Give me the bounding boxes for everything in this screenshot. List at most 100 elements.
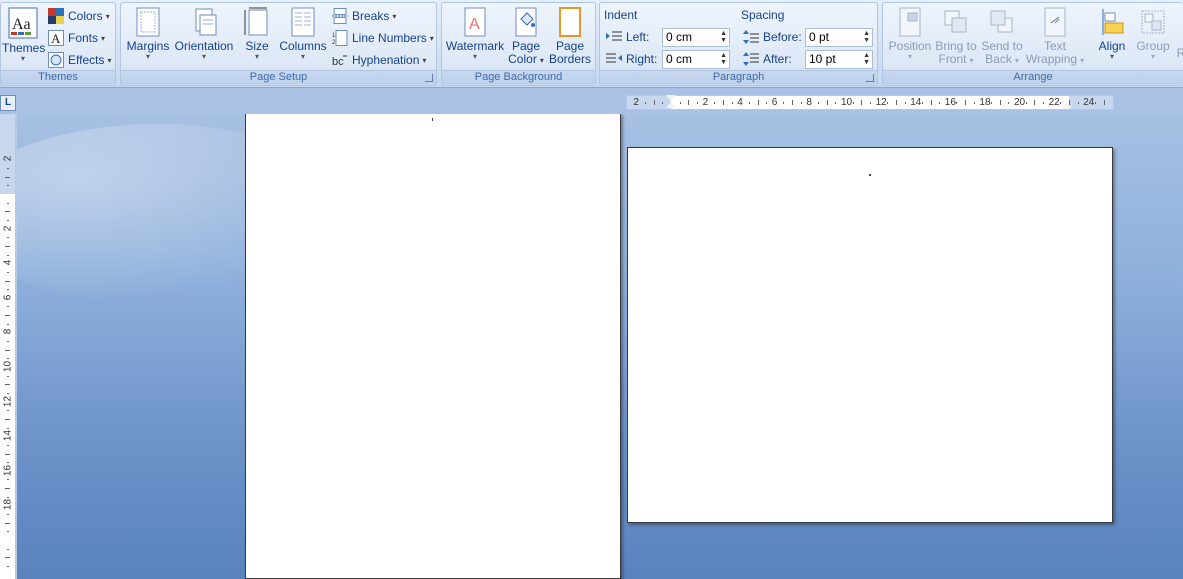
page-background-group: A Watermark ▾ Page Color ▾ Page Borders P… <box>441 2 596 86</box>
position-button[interactable]: Position ▾ <box>885 7 935 61</box>
document-workspace[interactable] <box>17 114 1183 579</box>
columns-icon <box>289 7 317 37</box>
ruler-tick <box>5 211 10 213</box>
chevron-down-icon: ▾ <box>969 56 974 65</box>
ruler-tick <box>904 102 906 104</box>
hyphenation-button[interactable]: bc Hyphenation ▾ <box>332 50 426 70</box>
columns-button[interactable]: Columns ▾ <box>278 7 328 61</box>
ruler-tick <box>7 375 9 377</box>
dialog-launcher-icon[interactable] <box>425 74 433 82</box>
align-button[interactable]: Align ▾ <box>1093 7 1131 61</box>
ruler-tick <box>965 100 967 105</box>
size-icon <box>243 7 271 37</box>
size-button[interactable]: Size ▾ <box>241 7 273 61</box>
spin-arrows-icon[interactable]: ▲ ▼ <box>720 52 727 66</box>
line-numbers-button[interactable]: 12 Line Numbers ▾ <box>332 28 434 48</box>
ruler-tick-label: 18 <box>979 97 991 108</box>
themes-button[interactable]: Aa Themes ▾ <box>2 7 46 63</box>
ruler-tick <box>835 102 837 104</box>
spin-arrows-icon[interactable]: ▲ ▼ <box>863 30 870 44</box>
tab-selector[interactable]: L <box>0 95 16 111</box>
rotate-button-partial[interactable]: R <box>1175 47 1183 60</box>
ruler-tick <box>887 102 889 104</box>
ruler-tick <box>7 271 9 273</box>
themes-group-label: Themes <box>1 70 115 84</box>
colors-button[interactable]: Colors ▾ <box>48 6 110 26</box>
spin-arrows-icon[interactable]: ▲ ▼ <box>720 30 727 44</box>
fonts-label: Fonts <box>68 31 99 45</box>
ruler-tick-label: 2 <box>633 97 639 108</box>
ruler-tick <box>7 306 9 308</box>
ruler-tick <box>5 557 10 559</box>
bring-to-front-button[interactable]: Bring to Front ▾ <box>933 7 979 67</box>
first-line-indent-marker[interactable] <box>666 95 676 101</box>
group-icon <box>1139 7 1167 37</box>
ruler-tick-label: 8 <box>2 329 14 335</box>
bring-to-front-label-1: Bring to <box>935 39 977 53</box>
ruler-tick <box>800 102 802 104</box>
spacing-before-field[interactable]: 0 pt ▲ ▼ <box>805 28 873 47</box>
ruler-tick <box>939 102 941 104</box>
ruler-tick-label: 2 <box>2 156 14 162</box>
ruler-tick <box>5 245 10 247</box>
effects-button[interactable]: Effects ▾ <box>48 50 111 70</box>
ruler-tick-label: 6 <box>2 294 14 301</box>
page-borders-button[interactable]: Page Borders <box>548 7 592 66</box>
breaks-button[interactable]: Breaks ▾ <box>332 6 396 26</box>
ruler-tick <box>645 102 647 104</box>
spacing-before-label-wrap: Before: <box>743 27 802 47</box>
ruler-tick <box>930 100 932 105</box>
spacing-after-value: 10 pt <box>809 52 836 66</box>
chevron-down-icon: ▾ <box>429 33 434 43</box>
margins-button[interactable]: Margins ▾ <box>125 7 171 61</box>
spacing-after-label-wrap: After: <box>743 49 792 69</box>
align-label: Align <box>1098 39 1126 53</box>
ruler-tick <box>7 565 9 567</box>
indent-left-label-wrap: Left: <box>606 27 649 47</box>
document-page-landscape[interactable] <box>627 147 1113 523</box>
ruler-tick <box>783 102 785 104</box>
ruler-tick <box>688 100 690 105</box>
ruler-tick <box>5 453 10 455</box>
ruler-tick <box>7 185 9 187</box>
watermark-icon: A <box>461 7 489 37</box>
svg-text:A: A <box>51 31 61 46</box>
fonts-button[interactable]: A Fonts ▾ <box>48 28 105 48</box>
document-page-portrait[interactable] <box>245 114 621 579</box>
ruler-tick-label: 4 <box>737 97 743 108</box>
ruler-tick-label: 12 <box>875 97 887 108</box>
vertical-ruler[interactable]: 2 2 4 6 8 10 12 14 16 18 <box>0 114 16 579</box>
indent-left-field[interactable]: 0 cm ▲ ▼ <box>662 28 730 47</box>
dialog-launcher-icon[interactable] <box>866 74 874 82</box>
ruler-tick <box>1042 102 1044 104</box>
bring-to-front-label-2: Front <box>938 52 967 66</box>
bring-to-front-icon <box>942 7 970 37</box>
text-wrapping-button[interactable]: Text Wrapping ▾ <box>1025 7 1085 67</box>
ruler-tick-label: 22 <box>1048 97 1060 108</box>
ruler-tick <box>1103 100 1105 105</box>
group-button[interactable]: Group ▾ <box>1134 7 1172 61</box>
hanging-indent-marker[interactable] <box>666 102 676 108</box>
ruler-tick <box>653 100 655 105</box>
ruler-tick <box>7 341 9 343</box>
chevron-down-icon: ▾ <box>1150 52 1155 61</box>
ruler-tick <box>7 168 9 170</box>
themes-label: Themes <box>2 41 46 55</box>
spacing-before-icon <box>743 29 759 45</box>
watermark-button[interactable]: A Watermark ▾ <box>445 7 505 61</box>
chevron-down-icon: ▾ <box>907 52 912 61</box>
svg-text:2: 2 <box>332 40 336 46</box>
spacing-after-field[interactable]: 10 pt ▲ ▼ <box>805 50 873 69</box>
ruler-tick <box>7 219 9 221</box>
orientation-button[interactable]: Orientation ▾ <box>171 7 237 61</box>
page-color-button[interactable]: Page Color ▾ <box>506 7 546 67</box>
send-to-back-button[interactable]: Send to Back ▾ <box>979 7 1025 67</box>
horizontal-ruler[interactable]: 2 2 4 6 8 10 12 14 16 18 20 22 24 <box>626 95 1114 110</box>
ruler-tick <box>7 427 9 429</box>
right-indent-marker[interactable] <box>1062 102 1072 108</box>
ruler-tick <box>1060 102 1062 104</box>
columns-label: Columns <box>279 39 327 53</box>
ruler-tick <box>921 102 923 104</box>
spin-arrows-icon[interactable]: ▲ ▼ <box>863 52 870 66</box>
indent-right-field[interactable]: 0 cm ▲ ▼ <box>662 50 730 69</box>
